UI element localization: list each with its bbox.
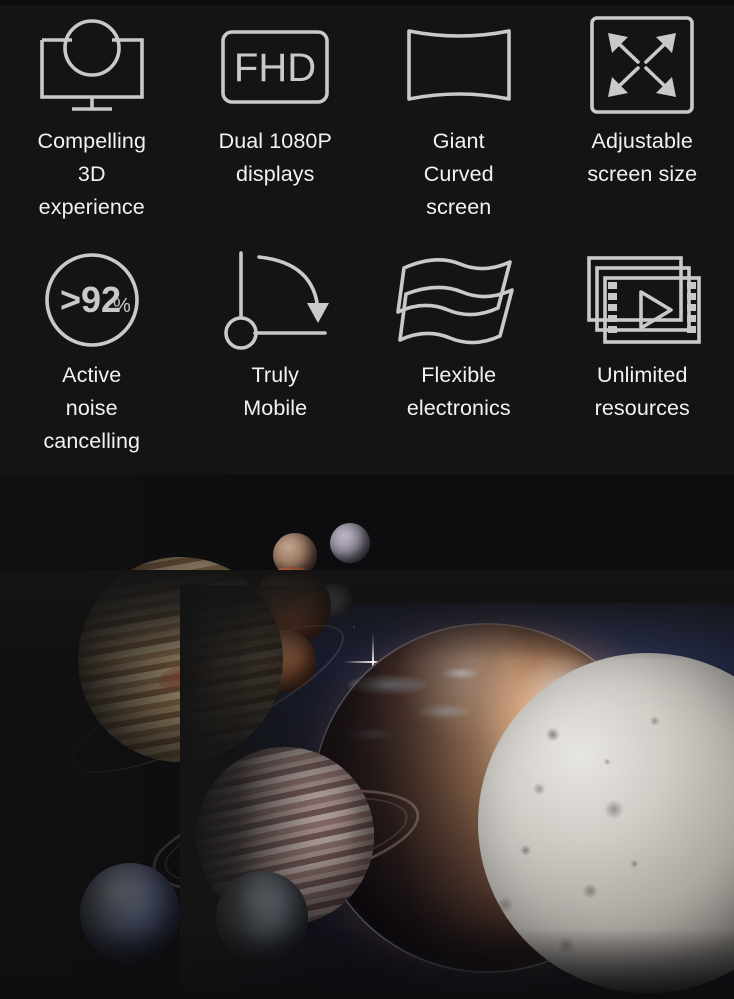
feature-item-unlimited-resources[interactable]: Unlimited resources: [551, 241, 734, 475]
feature-item-dual-1080p[interactable]: FHD Dual 1080P displays: [184, 5, 368, 241]
caption-line: screen size: [587, 162, 698, 186]
hero-small-moon-2: [330, 523, 370, 563]
caption-line: displays: [236, 162, 315, 186]
caption-line: Unlimited: [596, 363, 688, 387]
caption-line: Active: [62, 363, 122, 387]
caption-line: 3D: [77, 162, 106, 186]
feature-caption: Active noise cancelling: [43, 359, 140, 458]
fhd-badge-icon: FHD: [214, 5, 336, 125]
noise-cancel-percent-icon: >92 %: [40, 241, 144, 359]
caption-line: Truly: [251, 363, 299, 387]
caption-line: Mobile: [243, 396, 308, 420]
bottom-edge-strip: [0, 994, 734, 999]
caption-line: Giant: [432, 129, 485, 153]
caption-line: electronics: [406, 396, 511, 420]
feature-caption: Giant Curved screen: [424, 125, 494, 224]
flexible-sheets-icon: [394, 241, 524, 359]
feature-item-curved-screen[interactable]: Giant Curved screen: [367, 5, 551, 241]
feature-item-compelling-3d[interactable]: Compelling 3D experience: [0, 5, 184, 241]
caption-line: resources: [594, 396, 690, 420]
caption-line: Flexible: [421, 363, 497, 387]
space-planets-hero-image: [0, 475, 734, 999]
top-edge-strip: [0, 0, 734, 5]
caption-line: noise: [65, 396, 118, 420]
percent-unit-text: %: [113, 295, 131, 317]
curved-screen-icon: [395, 5, 523, 125]
expand-arrows-icon: [584, 5, 700, 125]
film-stack-play-icon: [579, 241, 705, 359]
feature-caption: Truly Mobile: [243, 359, 307, 425]
percent-value-text: >92: [60, 279, 121, 320]
fhd-badge-text: FHD: [234, 46, 316, 90]
feature-grid: Compelling 3D experience FHD Dual 1080P …: [0, 5, 734, 475]
hero-bottom-vignette: [0, 929, 734, 999]
caption-line: Compelling: [37, 129, 147, 153]
feature-caption: Compelling 3D experience: [37, 125, 146, 224]
feature-caption: Unlimited resources: [595, 359, 690, 425]
caption-line: experience: [38, 195, 145, 219]
feature-caption: Adjustable screen size: [587, 125, 697, 191]
feature-item-noise-cancelling[interactable]: >92 % Active noise cancelling: [0, 241, 184, 475]
feature-item-flexible-electronics[interactable]: Flexible electronics: [367, 241, 551, 475]
hero-top-vignette: [0, 570, 734, 660]
caption-line: Curved: [423, 162, 494, 186]
monitor-3d-icon: [32, 5, 152, 125]
feature-item-truly-mobile[interactable]: Truly Mobile: [184, 241, 368, 475]
caption-line: Dual 1080P: [218, 129, 332, 153]
feature-caption: Flexible electronics: [407, 359, 511, 425]
caption-line: cancelling: [43, 429, 141, 453]
feature-caption: Dual 1080P displays: [219, 125, 332, 191]
caption-line: screen: [426, 195, 492, 219]
feature-item-adjustable-size[interactable]: Adjustable screen size: [551, 5, 734, 241]
product-feature-screen: Compelling 3D experience FHD Dual 1080P …: [0, 0, 734, 999]
caption-line: Adjustable: [591, 129, 693, 153]
rotation-pivot-icon: [217, 241, 333, 359]
